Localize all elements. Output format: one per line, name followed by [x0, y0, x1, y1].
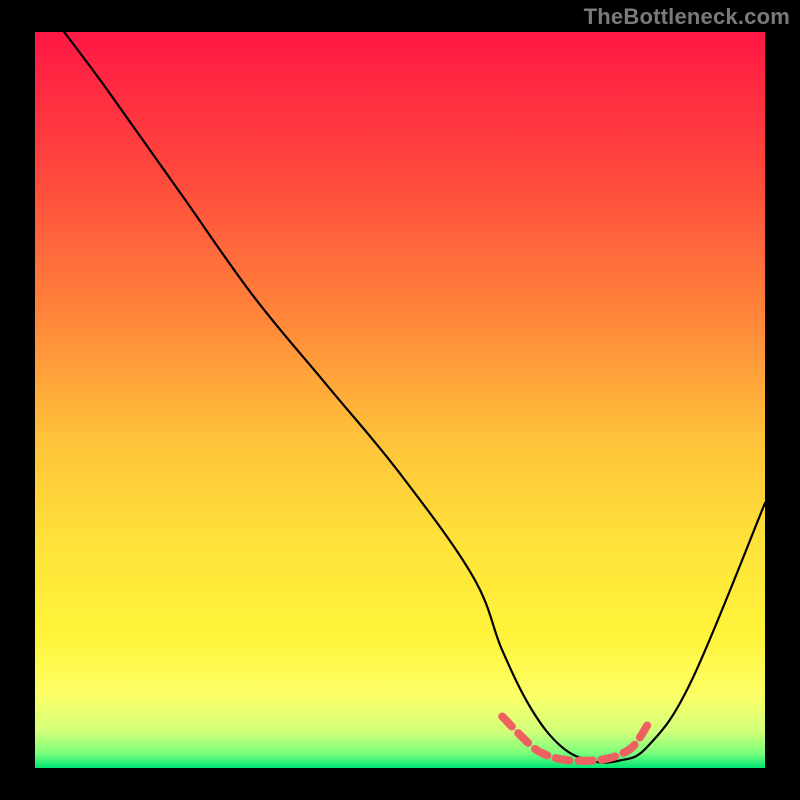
bottleneck-chart — [0, 0, 800, 800]
chart-container: { "watermark": "TheBottleneck.com", "cha… — [0, 0, 800, 800]
watermark-text: TheBottleneck.com — [584, 4, 790, 30]
